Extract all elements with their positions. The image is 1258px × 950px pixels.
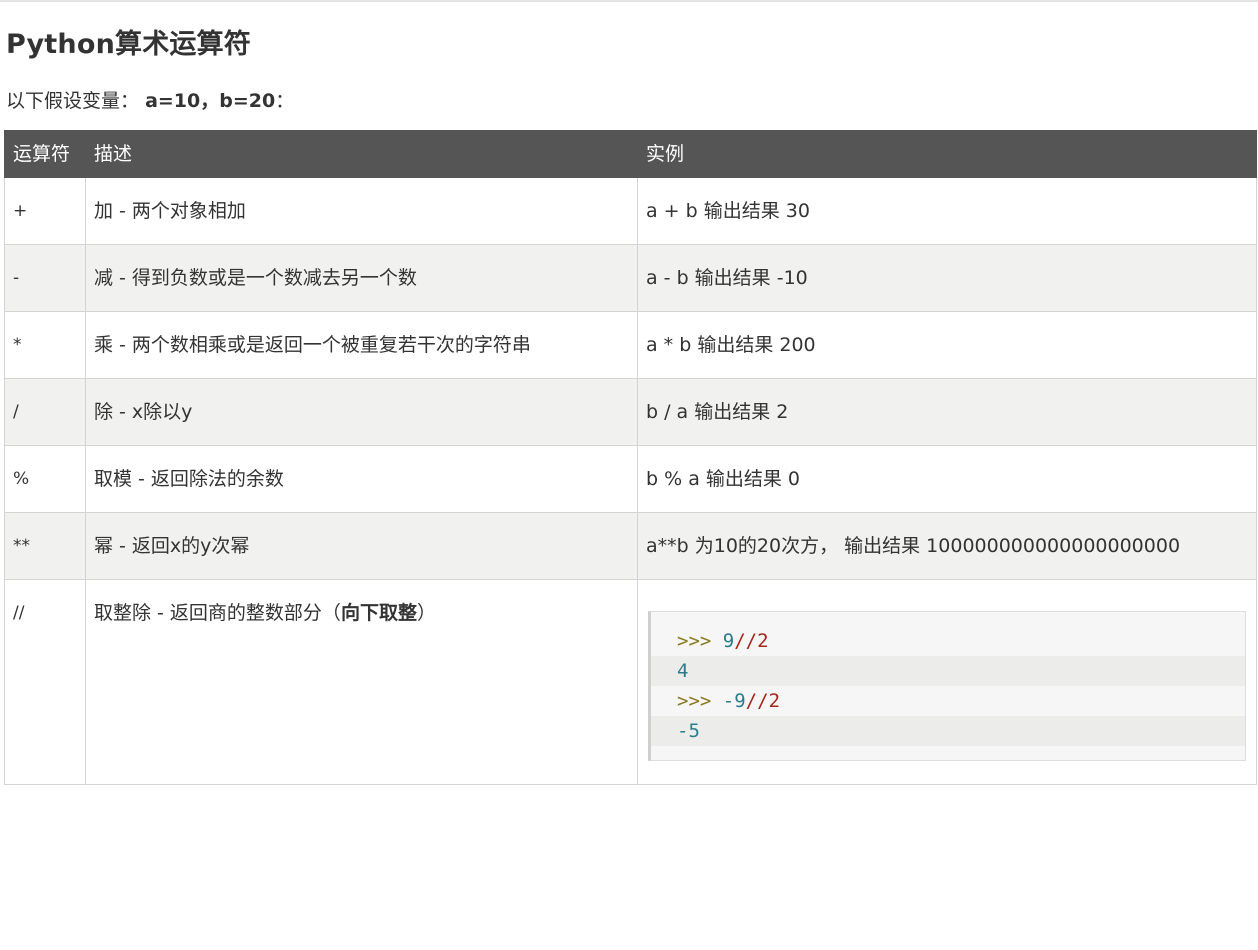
code-number: -9 [722,690,746,712]
code-number: 9 [722,630,735,652]
table-row: + 加 - 两个对象相加 a + b 输出结果 30 [4,177,1257,245]
code-number: 2 [757,630,769,652]
description-cell: 除 - x除以y [85,378,638,446]
code-line: -5 [651,716,1245,746]
description-cell: 乘 - 两个数相乘或是返回一个被重复若干次的字符串 [85,311,638,379]
page-title: Python算术运算符 [6,29,251,60]
description-cell: 取模 - 返回除法的余数 [85,445,638,513]
operator-cell: + [4,177,86,245]
operator-cell: ** [4,512,86,580]
operator-cell: * [4,311,86,379]
code-prompt: >>> [677,690,712,712]
operator-cell: % [4,445,86,513]
code-output: 4 [677,660,689,682]
table-row: - 减 - 得到负数或是一个数减去另一个数 a - b 输出结果 -10 [4,244,1257,312]
table-row: ** 幂 - 返回x的y次幂 a**b 为10的20次方， 输出结果 10000… [4,512,1257,580]
code-block: >>> 9//2 4 >>> -9//2 -5 [648,611,1246,761]
table-row: // 取整除 - 返回商的整数部分（向下取整） >>> 9//2 4 >>> -… [4,579,1257,785]
example-cell: a * b 输出结果 200 [637,311,1257,379]
code-line: 4 [651,656,1245,686]
table-row: / 除 - x除以y b / a 输出结果 2 [4,378,1257,446]
code-output: -5 [677,720,700,742]
header-operator: 运算符 [4,130,86,178]
description-tail: ） [416,602,436,624]
code-operator: // [745,690,769,712]
header-example: 实例 [637,130,1257,178]
example-cell: a**b 为10的20次方， 输出结果 10000000000000000000… [637,512,1257,580]
example-cell: >>> 9//2 4 >>> -9//2 -5 [637,579,1257,785]
code-prompt: >>> [677,630,712,652]
description-bold: 向下取整 [340,602,417,624]
operators-table: 运算符 描述 实例 + 加 - 两个对象相加 a + b 输出结果 30 - 减… [4,130,1257,785]
description-cell: 减 - 得到负数或是一个数减去另一个数 [85,244,638,312]
intro-prefix: 以下假设变量： [6,90,140,112]
table-row: % 取模 - 返回除法的余数 b % a 输出结果 0 [4,445,1257,513]
description-cell: 取整除 - 返回商的整数部分（向下取整） [85,579,638,785]
header-description: 描述 [85,130,638,178]
code-operator: // [734,630,758,652]
example-cell: a - b 输出结果 -10 [637,244,1257,312]
code-number: 2 [768,690,781,712]
operator-cell: - [4,244,86,312]
intro-text: 以下假设变量： a=10，b=20： [6,86,294,113]
intro-suffix: ： [275,90,295,112]
table-row: * 乘 - 两个数相乘或是返回一个被重复若干次的字符串 a * b 输出结果 2… [4,311,1257,379]
operator-cell: // [4,579,86,785]
description-cell: 幂 - 返回x的y次幂 [85,512,638,580]
example-cell: b / a 输出结果 2 [637,378,1257,446]
example-cell: b % a 输出结果 0 [637,445,1257,513]
description-cell: 加 - 两个对象相加 [85,177,638,245]
description-text: 取整除 - 返回商的整数部分（ [94,602,341,624]
table-header-row: 运算符 描述 实例 [4,130,1257,178]
example-cell: a + b 输出结果 30 [637,177,1257,245]
top-divider [0,0,1258,2]
intro-vars: a=10，b=20 [145,90,276,112]
code-line: >>> 9//2 [651,626,1245,656]
operator-cell: / [4,378,86,446]
code-line: >>> -9//2 [651,686,1245,716]
